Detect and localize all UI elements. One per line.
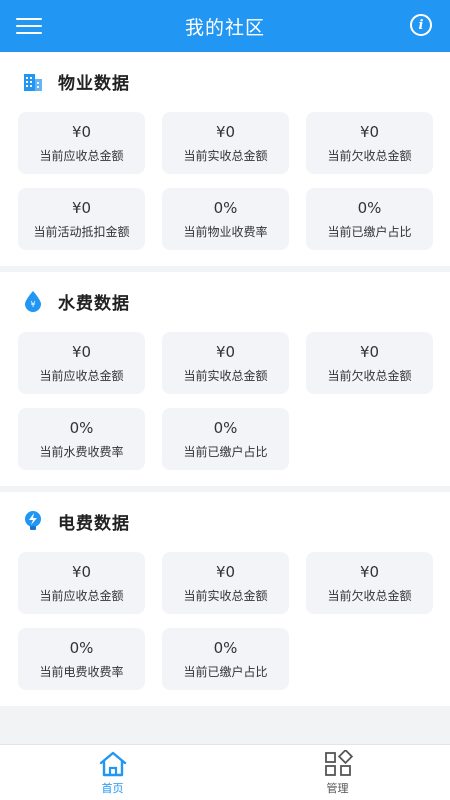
stats-grid: ¥0 当前应收总金额 ¥0 当前实收总金额 ¥0 当前欠收总金额 0% 当前水费收费率 … [16,332,434,470]
stat-label: 当前水费收费率 [39,444,124,459]
stat-value: 0% [69,418,94,437]
stat-label: 当前已缴户占比 [183,444,268,459]
stat-value: ¥0 [71,122,92,141]
stat-card[interactable]: ¥0 当前应收总金额 [18,112,145,174]
bottom-tabbar: 首页 管理 [0,744,450,800]
stat-value: ¥0 [359,122,380,141]
stat-label: 当前已缴户占比 [327,224,412,239]
stat-value: 0% [213,198,238,217]
main-content: 物业数据 ¥0 当前应收总金额 ¥0 当前实收总金额 ¥0 当前欠收总金额 ¥0 当前活… [0,52,450,744]
water-data-section: ¥ 水费数据 ¥0 当前应收总金额 ¥0 当前实收总金额 ¥0 当前欠收总金额 0% 当… [0,272,450,486]
tab-home[interactable]: 首页 [0,745,225,800]
tab-home-label: 首页 [101,781,124,795]
top-bar: 我的社区 i [0,0,450,52]
electricity-data-section: 电费数据 ¥0 当前应收总金额 ¥0 当前实收总金额 ¥0 当前欠收总金额 0% 当前电… [0,492,450,706]
water-drop-icon: ¥ [25,291,41,312]
stat-label: 当前已缴户占比 [183,664,268,679]
stat-value: 0% [69,638,94,657]
info-icon[interactable]: i [410,14,432,36]
stat-label: 当前欠收总金额 [327,148,412,163]
stat-label: 当前活动抵扣金额 [33,224,130,239]
stat-value: 0% [357,198,382,217]
tab-manage-label: 管理 [326,781,349,795]
stat-label: 当前电费收费率 [39,664,124,679]
property-data-section: 物业数据 ¥0 当前应收总金额 ¥0 当前实收总金额 ¥0 当前欠收总金额 ¥0 当前活… [0,52,450,266]
stat-label: 当前应收总金额 [39,588,124,603]
stat-card[interactable]: 0% 当前已缴户占比 [306,188,433,250]
stat-value: ¥0 [215,562,236,581]
stat-value: ¥0 [359,562,380,581]
stat-value: ¥0 [215,122,236,141]
stat-card[interactable]: ¥0 当前欠收总金额 [306,112,433,174]
lightning-bulb-icon [25,511,41,530]
stats-grid: ¥0 当前应收总金额 ¥0 当前实收总金额 ¥0 当前欠收总金额 ¥0 当前活动抵扣金额… [16,112,434,250]
stat-label: 当前应收总金额 [39,148,124,163]
stat-label: 当前物业收费率 [183,224,268,239]
stat-value: ¥0 [71,342,92,361]
stat-card[interactable]: ¥0 当前活动抵扣金额 [18,188,145,250]
stat-card[interactable]: 0% 当前物业收费率 [162,188,289,250]
stat-value: ¥0 [71,562,92,581]
section-title: 电费数据 [58,513,130,534]
tab-manage[interactable]: 管理 [225,745,450,800]
page-title: 我的社区 [184,16,265,39]
stat-card[interactable]: ¥0 当前欠收总金额 [306,332,433,394]
stat-card[interactable]: ¥0 当前实收总金额 [162,332,289,394]
stat-card[interactable]: ¥0 当前欠收总金额 [306,552,433,614]
stat-label: 当前实收总金额 [183,368,268,383]
home-icon [99,751,126,776]
stat-value: ¥0 [71,198,92,217]
section-header: ¥ 水费数据 [16,288,434,314]
stat-label: 当前实收总金额 [183,588,268,603]
stat-label: 当前应收总金额 [39,368,124,383]
stat-card[interactable]: ¥0 当前应收总金额 [18,552,145,614]
stat-value: 0% [213,638,238,657]
stat-card[interactable]: 0% 当前电费收费率 [18,628,145,690]
stat-label: 当前实收总金额 [183,148,268,163]
section-title: 物业数据 [58,73,130,94]
section-title: 水费数据 [58,293,130,314]
svg-text:¥: ¥ [30,300,35,309]
stat-value: 0% [213,418,238,437]
stat-value: ¥0 [359,342,380,361]
section-header: 物业数据 [16,68,434,94]
stat-label: 当前欠收总金额 [327,588,412,603]
stat-card[interactable]: 0% 当前水费收费率 [18,408,145,470]
stat-card[interactable]: ¥0 当前应收总金额 [18,332,145,394]
menu-icon[interactable] [16,14,42,38]
stat-card[interactable]: ¥0 当前实收总金额 [162,552,289,614]
stat-label: 当前欠收总金额 [327,368,412,383]
stat-card[interactable]: 0% 当前已缴户占比 [162,408,289,470]
grid-manage-icon [324,749,353,776]
stat-value: ¥0 [215,342,236,361]
building-icon [24,74,42,91]
stats-grid: ¥0 当前应收总金额 ¥0 当前实收总金额 ¥0 当前欠收总金额 0% 当前电费收费率 … [16,552,434,690]
section-header: 电费数据 [16,508,434,534]
stat-card[interactable]: ¥0 当前实收总金额 [162,112,289,174]
stat-card[interactable]: 0% 当前已缴户占比 [162,628,289,690]
